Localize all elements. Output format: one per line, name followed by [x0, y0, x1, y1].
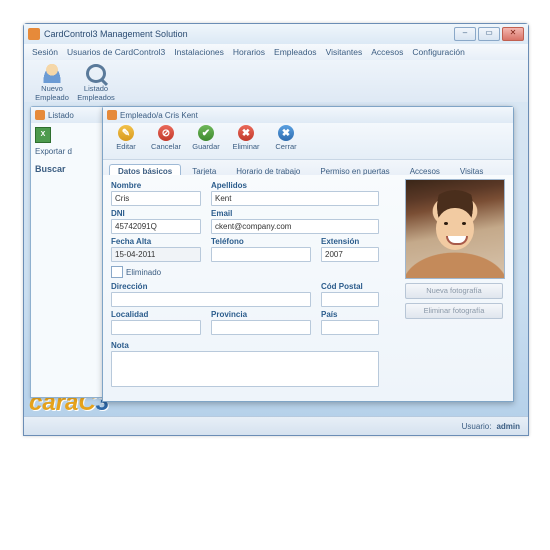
cancelar-button[interactable]: ⊘Cancelar	[147, 125, 185, 151]
minimize-button[interactable]: –	[454, 27, 476, 41]
menu-empleados[interactable]: Empleados	[274, 47, 317, 57]
input-apellidos[interactable]: Kent	[211, 191, 379, 206]
input-email[interactable]: ckent@company.com	[211, 219, 379, 234]
input-pais[interactable]	[321, 320, 379, 335]
employee-photo[interactable]	[405, 179, 505, 279]
label-pais: País	[321, 310, 379, 319]
label-codpostal: Cód Postal	[321, 282, 379, 291]
app-icon	[28, 28, 40, 40]
label-nota: Nota	[111, 341, 379, 350]
face-smile	[446, 236, 468, 245]
excel-icon[interactable]: X	[35, 127, 51, 143]
guardar-button[interactable]: ✔Guardar	[187, 125, 225, 151]
menu-horarios[interactable]: Horarios	[233, 47, 265, 57]
menu-sesion[interactable]: Sesión	[32, 47, 58, 57]
editar-button[interactable]: ✎Editar	[107, 125, 145, 151]
label-provincia: Provincia	[211, 310, 311, 319]
photo-panel: Nueva fotografía Eliminar fotografía	[405, 179, 503, 319]
menubar: Sesión Usuarios de CardControl3 Instalac…	[24, 44, 528, 60]
input-provincia[interactable]	[211, 320, 311, 335]
checkbox-eliminado[interactable]: Eliminado	[111, 266, 389, 278]
input-telefono[interactable]	[211, 247, 311, 262]
input-codpostal[interactable]	[321, 292, 379, 307]
input-nombre[interactable]: Cris	[111, 191, 201, 206]
main-window: CardControl3 Management Solution – ▭ ✕ S…	[23, 23, 529, 436]
input-direccion[interactable]	[111, 292, 311, 307]
cerrar-button[interactable]: ✖Cerrar	[267, 125, 305, 151]
employee-titlebar[interactable]: Empleado/a Cris Kent	[103, 107, 513, 123]
main-toolbar: Nuevo Empleado Listado Empleados	[24, 60, 528, 107]
eliminar-button[interactable]: ✖Eliminar	[227, 125, 265, 151]
employee-icon	[107, 110, 117, 120]
label-fechaalta: Fecha Alta	[111, 237, 201, 246]
titlebar[interactable]: CardControl3 Management Solution – ▭ ✕	[24, 24, 528, 44]
search-icon	[86, 64, 106, 83]
nuevo-empleado-button[interactable]: Nuevo Empleado	[30, 64, 74, 102]
delete-icon: ✖	[238, 125, 254, 141]
label-localidad: Localidad	[111, 310, 201, 319]
employee-form: NombreCris ApellidosKent DNI45742091Q Em…	[103, 175, 513, 401]
input-localidad[interactable]	[111, 320, 201, 335]
eliminar-fotografia-button[interactable]: Eliminar fotografía	[405, 303, 503, 319]
employee-toolbar: ✎Editar ⊘Cancelar ✔Guardar ✖Eliminar ✖Ce…	[103, 123, 513, 160]
menu-instalaciones[interactable]: Instalaciones	[174, 47, 224, 57]
user-add-icon	[42, 64, 62, 83]
list-icon	[35, 110, 45, 120]
save-icon: ✔	[198, 125, 214, 141]
employee-window: Empleado/a Cris Kent ✎Editar ⊘Cancelar ✔…	[102, 106, 514, 402]
label-email: Email	[211, 209, 379, 218]
menu-configuracion[interactable]: Configuración	[412, 47, 464, 57]
input-fechaalta[interactable]: 15-04-2011	[111, 247, 201, 262]
input-nota[interactable]	[111, 351, 379, 387]
label-telefono: Teléfono	[211, 237, 311, 246]
checkbox-icon	[111, 266, 123, 278]
workspace: caraC3 Listado X Exportar d Buscar Pue E…	[24, 102, 528, 417]
label-nombre: Nombre	[111, 181, 201, 190]
label-apellidos: Apellidos	[211, 181, 379, 190]
cancel-icon: ⊘	[158, 125, 174, 141]
label-extension: Extensión	[321, 237, 379, 246]
menu-accesos[interactable]: Accesos	[371, 47, 403, 57]
face-eyes	[444, 222, 466, 225]
maximize-button[interactable]: ▭	[478, 27, 500, 41]
nueva-fotografia-button[interactable]: Nueva fotografía	[405, 283, 503, 299]
listado-empleados-button[interactable]: Listado Empleados	[74, 64, 118, 102]
close-icon: ✖	[278, 125, 294, 141]
status-user-label: Usuario:	[462, 422, 492, 431]
status-user-value: admin	[496, 422, 520, 431]
label-direccion: Dirección	[111, 282, 311, 291]
input-extension[interactable]: 2007	[321, 247, 379, 262]
menu-usuarios[interactable]: Usuarios de CardControl3	[67, 47, 165, 57]
menu-visitantes[interactable]: Visitantes	[326, 47, 363, 57]
label-dni: DNI	[111, 209, 201, 218]
close-button[interactable]: ✕	[502, 27, 524, 41]
window-title: CardControl3 Management Solution	[44, 29, 454, 39]
pencil-icon: ✎	[118, 125, 134, 141]
statusbar: Usuario: admin	[24, 416, 528, 435]
input-dni[interactable]: 45742091Q	[111, 219, 201, 234]
